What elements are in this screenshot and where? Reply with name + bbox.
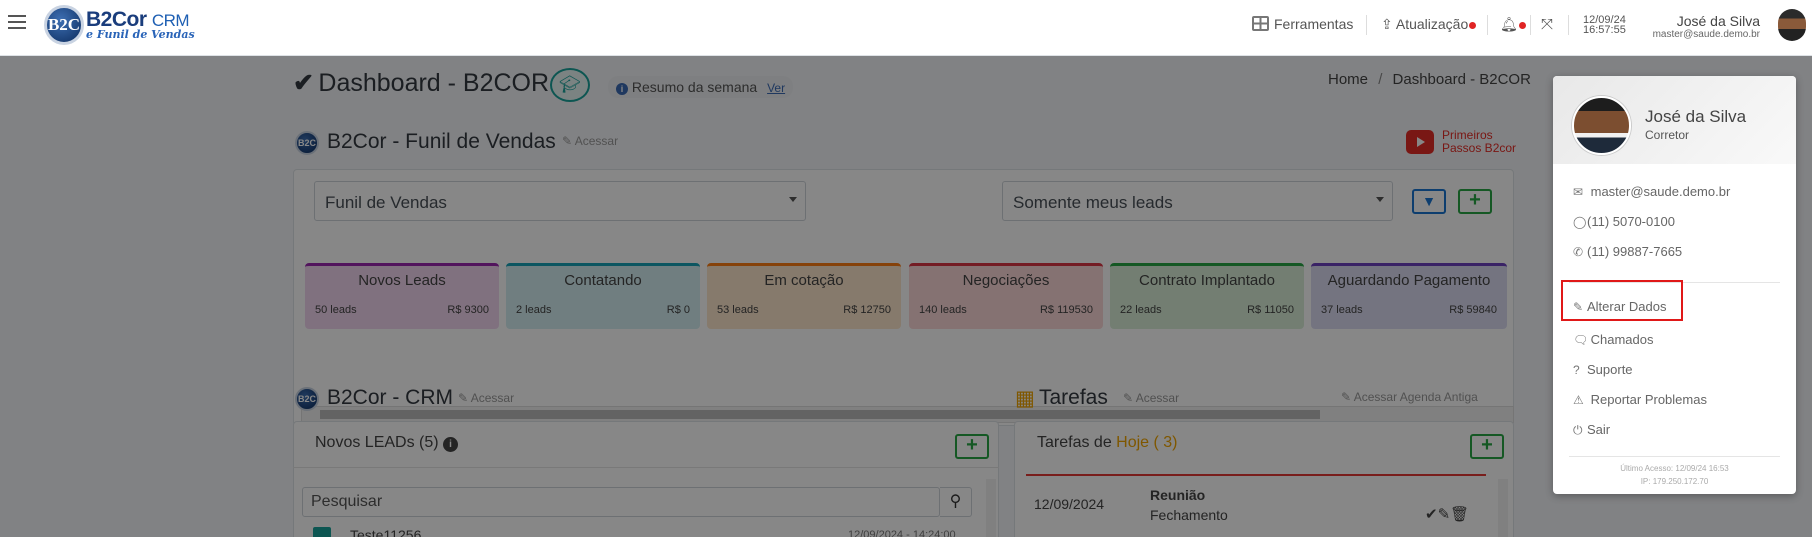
menu-sair[interactable]: ⏻ Sair [1573, 422, 1610, 438]
user-menu[interactable]: José da Silva master@saude.demo.br [1653, 13, 1760, 40]
envelope-icon: ✉ [1573, 185, 1584, 199]
logo-subtitle: e Funil de Vendas [86, 28, 195, 41]
divider [1569, 456, 1780, 457]
profile-phone1: ◯(11) 5070-0100 [1573, 214, 1675, 229]
whatsapp-icon: ◯ [1573, 215, 1587, 229]
divider [1530, 15, 1531, 35]
bell-icon: 🔔︎ [1500, 16, 1518, 32]
profile-phone2: ✆ (11) 99887-7665 [1573, 244, 1683, 259]
avatar [1572, 96, 1631, 155]
menu-chamados[interactable]: 🗨︎ Chamados [1573, 332, 1654, 347]
highlight-box [1561, 280, 1683, 321]
divider [1366, 15, 1367, 35]
user-email: master@saude.demo.br [1652, 29, 1760, 40]
clock-time: 16:57:55 [1583, 24, 1626, 36]
upload-icon: ⇪ [1381, 16, 1393, 32]
last-access: Último Acesso: 12/09/24 16:53 [1620, 464, 1729, 473]
power-icon: ⏻ [1573, 423, 1583, 437]
grid-icon [1252, 16, 1269, 31]
notification-dot [1469, 22, 1477, 29]
warning-icon: ⚠ [1573, 393, 1584, 407]
notifications-button[interactable]: 🔔︎ [1500, 16, 1526, 33]
clock: 12/09/24 16:57:55 [1583, 15, 1626, 36]
logo-mark[interactable]: B2C [44, 5, 84, 45]
tools-menu[interactable]: Ferramentas [1252, 16, 1353, 32]
divider [1487, 15, 1488, 35]
notification-dot [1518, 22, 1526, 29]
comments-icon: 🗨︎ [1573, 333, 1589, 347]
profile-footer: Último Acesso: 12/09/24 16:53 IP: 179.25… [1553, 462, 1796, 488]
fullscreen-icon[interactable]: ⤧ [1541, 16, 1553, 33]
user-name: José da Silva [1676, 13, 1760, 29]
modal-backdrop[interactable] [0, 56, 1812, 537]
top-navbar: B2C B2Cor CRM e Funil de Vendas Ferramen… [0, 0, 1812, 56]
question-icon: ? [1573, 363, 1580, 377]
profile-email: ✉ master@saude.demo.br [1573, 184, 1731, 199]
menu-reportar-problemas[interactable]: ⚠ Reportar Problemas [1573, 392, 1707, 407]
phone-icon: ✆ [1573, 245, 1584, 259]
hamburger-menu-icon[interactable] [8, 15, 26, 31]
divider [1568, 15, 1569, 35]
profile-role: Corretor [1645, 128, 1690, 142]
profile-name: José da Silva [1645, 107, 1747, 126]
ip-address: IP: 179.250.172.70 [1640, 477, 1709, 486]
menu-suporte[interactable]: ? Suporte [1573, 362, 1633, 377]
updates-menu[interactable]: ⇪ Atualização [1381, 16, 1477, 33]
profile-header: José da Silva Corretor [1553, 76, 1796, 164]
avatar[interactable] [1778, 9, 1806, 41]
